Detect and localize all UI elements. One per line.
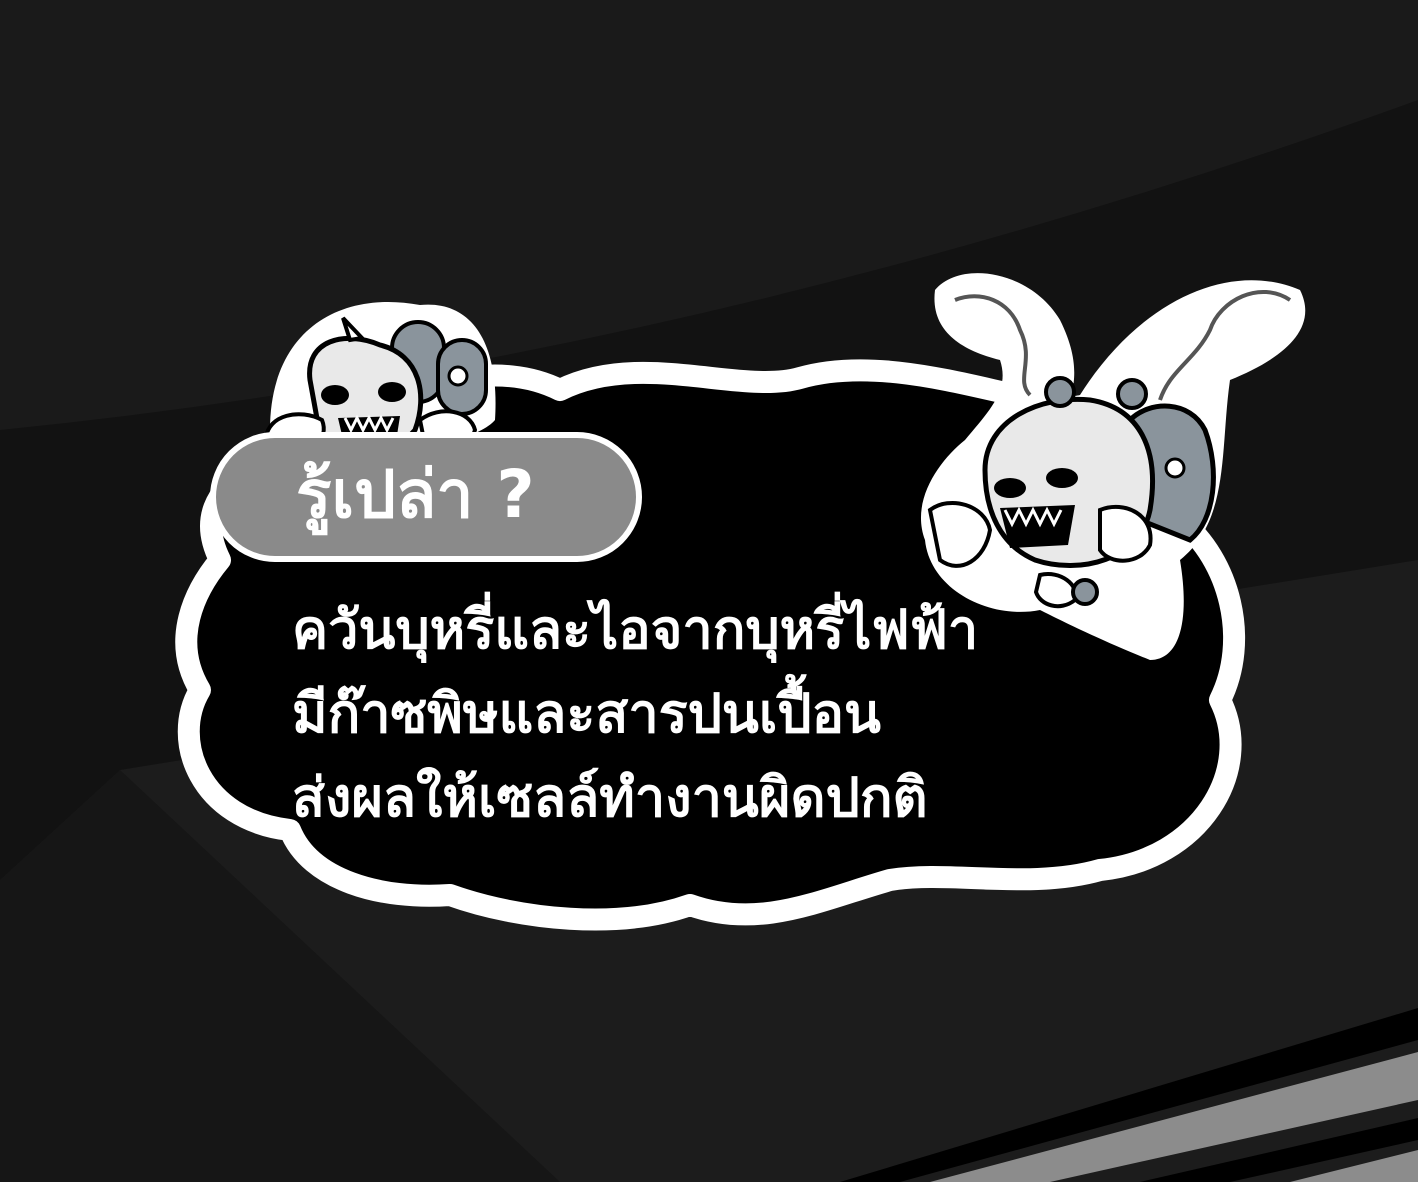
message-text: ควันบุหรี่และไอจากบุหรี่ไฟฟ้า มีก๊าซพิษแ… xyxy=(292,588,1032,840)
badge-label: รู้เปล่า ? xyxy=(296,456,535,533)
message-line-1: ควันบุหรี่และไอจากบุหรี่ไฟฟ้า xyxy=(292,598,979,661)
message-line-2: มีก๊าซพิษและสารปนเปื้อน xyxy=(292,682,881,745)
skull-monster-with-gravestones-icon xyxy=(263,301,496,455)
message-line-3: ส่งผลให้เซลล์ทำงานผิดปกติ xyxy=(292,766,928,829)
